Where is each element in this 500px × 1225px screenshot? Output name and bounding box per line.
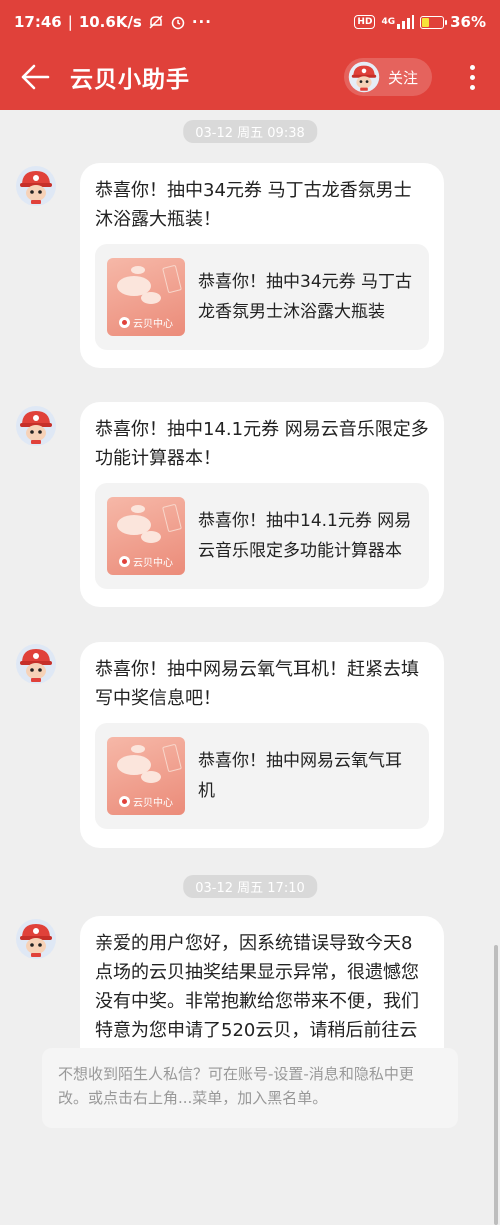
message-bubble: 恭喜你！抽中网易云氧气耳机！赶紧去填写中奖信息吧！ 云贝中心 恭喜你！抽中网易云… <box>80 642 444 848</box>
prize-card[interactable]: 云贝中心 恭喜你！抽中14.1元券 网易云音乐限定多功能计算器本 <box>95 483 429 589</box>
yunbei-logo-icon <box>119 317 130 328</box>
message-text: 恭喜你！抽中34元券 马丁古龙香氛男士沐浴露大瓶装！ <box>95 180 412 230</box>
page-title: 云贝小助手 <box>70 67 190 93</box>
thumb-label: 云贝中心 <box>133 558 173 569</box>
timestamp: 03-12 周五 17:10 <box>183 875 317 898</box>
battery-fill <box>422 17 430 27</box>
prize-thumbnail: 云贝中心 <box>107 258 185 336</box>
follow-label: 关注 <box>388 68 419 87</box>
battery-icon <box>420 15 448 29</box>
bot-avatar-icon[interactable] <box>15 405 57 447</box>
more-dot <box>469 74 475 80</box>
prize-card[interactable]: 云贝中心 恭喜你！抽中网易云氧气耳机 <box>95 723 429 829</box>
net-speed: 10.6K/s <box>78 13 142 31</box>
prize-thumbnail: 云贝中心 <box>107 737 185 815</box>
prize-thumbnail: 云贝中心 <box>107 497 185 575</box>
status-time: 17:46 <box>14 13 62 31</box>
card-text: 恭喜你！抽中网易云氧气耳机 <box>198 751 402 801</box>
bot-avatar-icon <box>348 61 380 93</box>
prize-card[interactable]: 云贝中心 恭喜你！抽中34元券 马丁古龙香氛男士沐浴露大瓶装 <box>95 244 429 350</box>
timestamp: 03-12 周五 09:38 <box>183 120 317 143</box>
yunbei-logo-icon <box>119 796 130 807</box>
thumb-label: 云贝中心 <box>133 798 173 809</box>
card-text: 恭喜你！抽中14.1元券 网易云音乐限定多功能计算器本 <box>198 511 412 561</box>
more-notifications-icon: ··· <box>191 13 212 31</box>
thumb-label: 云贝中心 <box>133 319 173 330</box>
bot-avatar-icon[interactable] <box>15 643 57 685</box>
back-button[interactable] <box>0 44 70 110</box>
privacy-notice: 不想收到陌生人私信？可在账号-设置-消息和隐私中更改。或点击右上角...菜单，加… <box>42 1048 458 1128</box>
bot-avatar-icon[interactable] <box>15 918 57 960</box>
network-type: 4G <box>381 17 396 27</box>
yunbei-logo-icon <box>119 556 130 567</box>
bot-avatar-icon[interactable] <box>15 165 57 207</box>
message-bubble: 恭喜你！抽中14.1元券 网易云音乐限定多功能计算器本！ 云贝中心 恭喜你！抽中… <box>80 402 444 607</box>
message-bubble: 恭喜你！抽中34元券 马丁古龙香氛男士沐浴露大瓶装！ 云贝中心 恭喜你！抽中34… <box>80 163 444 368</box>
scrollbar[interactable] <box>494 945 498 1225</box>
message-text: 恭喜你！抽中14.1元券 网易云音乐限定多功能计算器本！ <box>95 419 429 469</box>
back-arrow-icon <box>21 64 50 90</box>
more-dot <box>469 84 475 90</box>
chat-header: 云贝小助手 关注 <box>0 44 500 110</box>
alarm-icon <box>170 14 186 30</box>
more-menu-button[interactable] <box>450 44 494 110</box>
follow-button[interactable]: 关注 <box>344 58 432 96</box>
message-text: 恭喜你！抽中网易云氧气耳机！赶紧去填写中奖信息吧！ <box>95 659 419 709</box>
signal-icon: 4G <box>381 15 415 29</box>
mute-icon <box>148 14 164 30</box>
status-divider: | <box>67 13 73 31</box>
hd-badge: HD <box>354 15 376 29</box>
card-text: 恭喜你！抽中34元券 马丁古龙香氛男士沐浴露大瓶装 <box>198 272 413 322</box>
battery-percent: 36% <box>450 13 486 31</box>
status-bar: 17:46 | 10.6K/s ··· HD 4G 36% <box>0 0 500 44</box>
more-vertical-icon <box>469 64 475 70</box>
